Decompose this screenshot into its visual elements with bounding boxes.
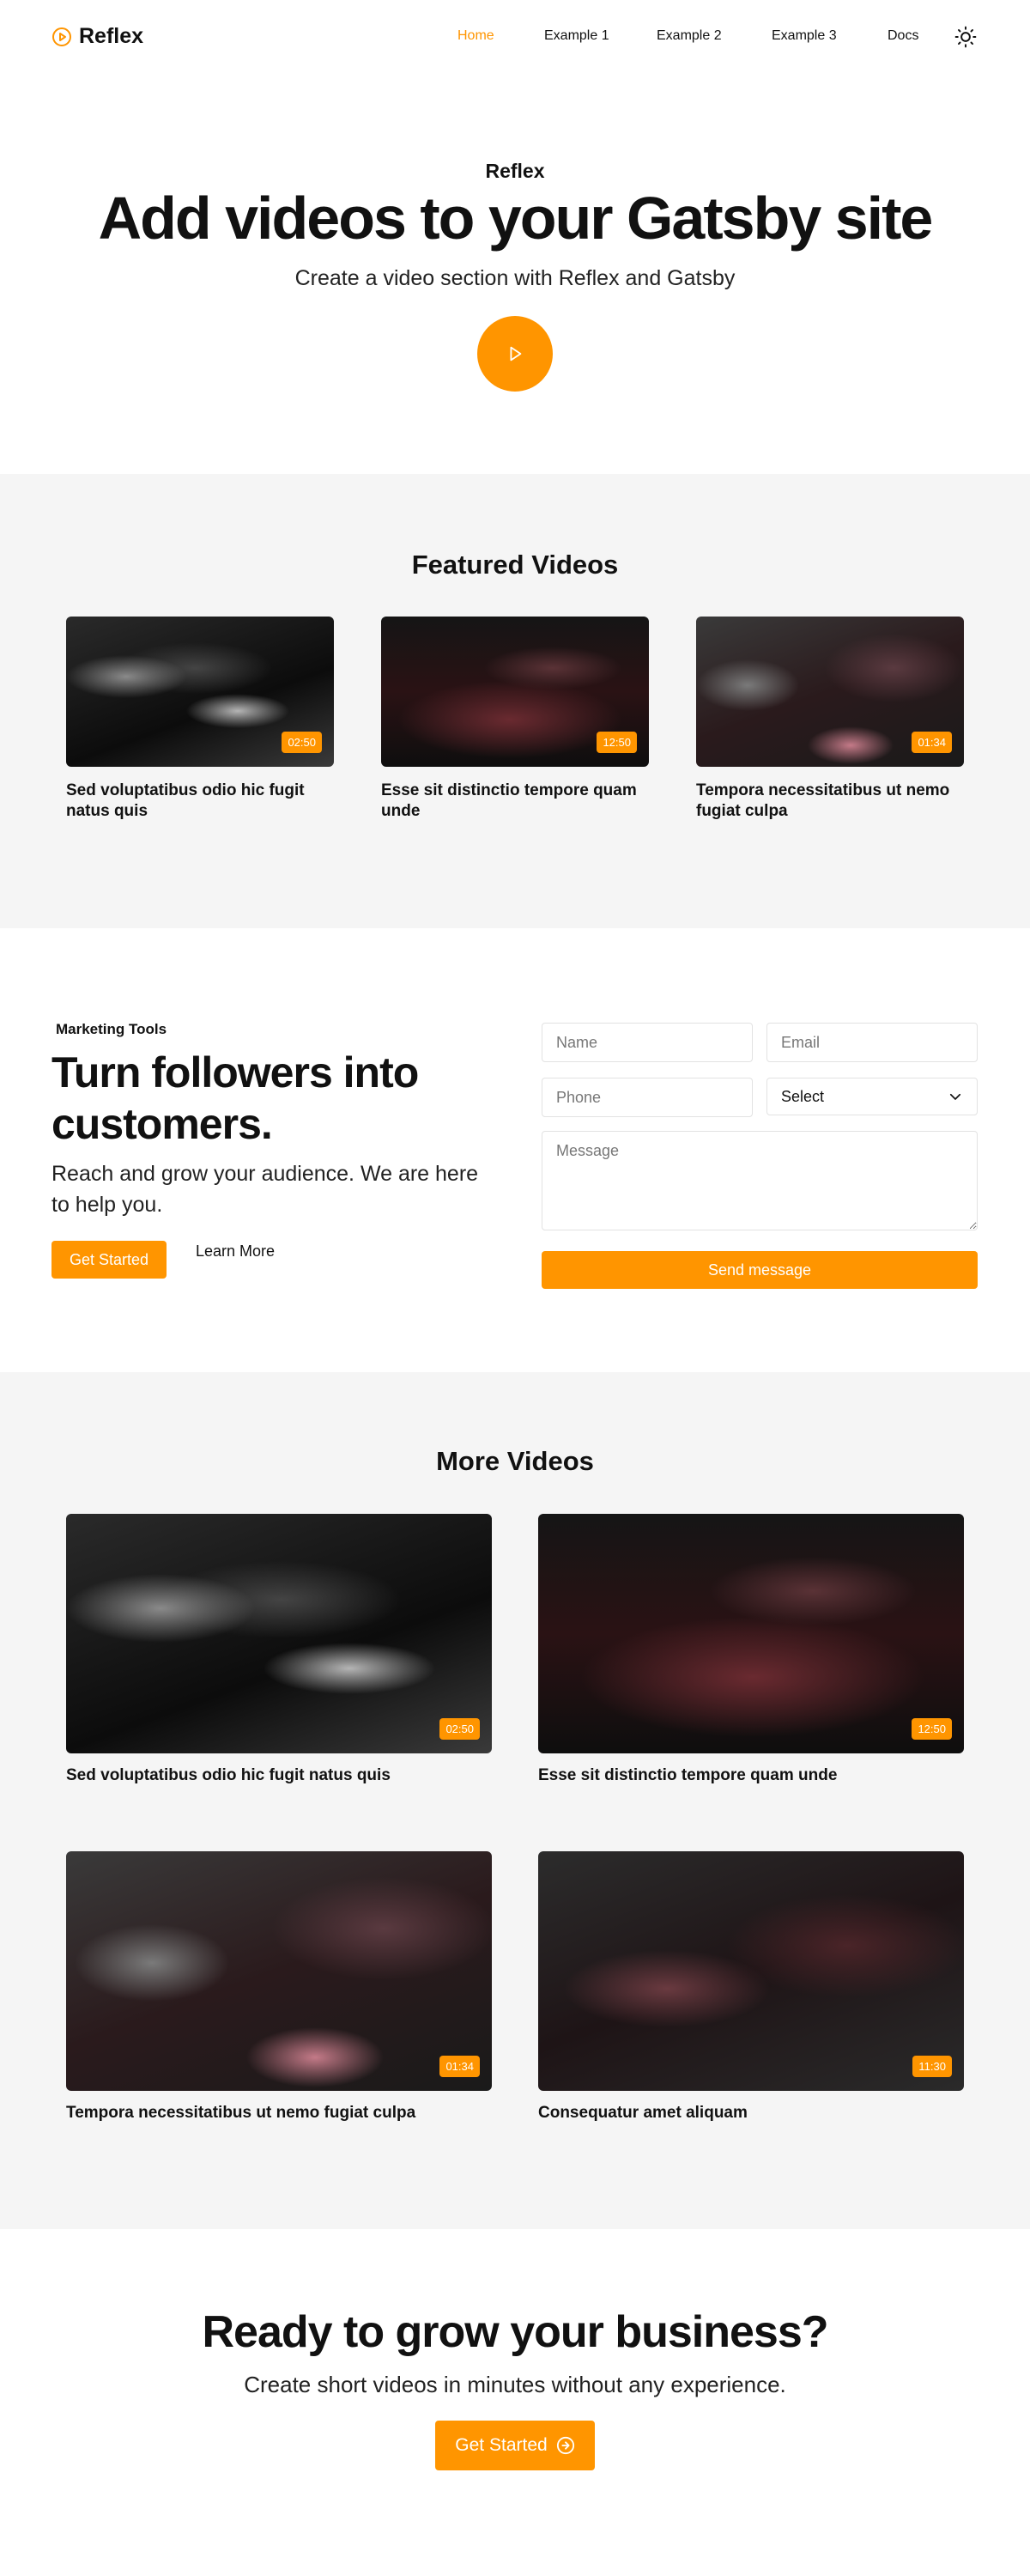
name-field[interactable] [542, 1023, 753, 1062]
video-title[interactable]: Tempora necessitatibus ut nemo fugiat cu… [696, 781, 964, 823]
video-thumbnail[interactable]: 12:50 [538, 1514, 964, 1753]
cta-button-label: Get Started [455, 2435, 548, 2455]
featured-title: Featured Videos [411, 550, 619, 580]
marketing-title: Turn followers into customers. [52, 1048, 419, 1148]
more-videos-title: More Videos [436, 1446, 594, 1476]
main-nav: Home Example 1 Example 2 Example 3 Docs [0, 0, 1030, 74]
video-card[interactable]: 11:30 Consequatur amet aliquam [538, 1851, 964, 2123]
site-header: Reflex Home Example 1 Example 2 Example … [0, 0, 1030, 74]
cta-title: Ready to grow your business? [202, 2307, 828, 2357]
select-dropdown[interactable]: Select [766, 1078, 978, 1115]
video-title[interactable]: Sed voluptatibus odio hic fugit natus qu… [66, 1765, 492, 1786]
video-thumbnail[interactable]: 01:34 [66, 1851, 492, 2091]
video-thumbnail[interactable]: 12:50 [381, 617, 649, 767]
cta-get-started-button[interactable]: Get Started [435, 2421, 595, 2470]
message-field[interactable] [542, 1131, 978, 1230]
phone-field[interactable] [542, 1078, 753, 1117]
video-card[interactable]: 12:50 Esse sit distinctio tempore quam u… [538, 1514, 964, 1786]
select-value: Select [781, 1087, 825, 1105]
nav-docs[interactable]: Docs [888, 28, 918, 44]
nav-example-2[interactable]: Example 2 [657, 28, 722, 44]
play-icon [510, 346, 522, 361]
hero-title: Add videos to your Gatsby site [98, 185, 934, 252]
video-thumbnail[interactable]: 11:30 [538, 1851, 964, 2091]
video-title[interactable]: Esse sit distinctio tempore quam unde [381, 781, 649, 823]
video-title[interactable]: Consequatur amet aliquam [538, 2103, 964, 2123]
duration-badge: 12:50 [912, 1718, 952, 1740]
marketing-subtitle: Reach and grow your audience. We are her… [52, 1162, 479, 1218]
send-message-button[interactable]: Send message [542, 1251, 978, 1289]
video-card[interactable]: 02:50 Sed voluptatibus odio hic fugit na… [66, 1514, 492, 1786]
nav-example-3[interactable]: Example 3 [772, 28, 837, 44]
hero-eyebrow: Reflex [485, 160, 545, 182]
email-field[interactable] [766, 1023, 978, 1062]
nav-example-1[interactable]: Example 1 [544, 28, 609, 44]
video-card[interactable]: 12:50 Esse sit distinctio tempore quam u… [381, 617, 649, 823]
duration-badge: 12:50 [597, 732, 637, 753]
video-card[interactable]: 01:34 Tempora necessitatibus ut nemo fug… [696, 617, 964, 823]
cta-section: Ready to grow your business? Create shor… [0, 2229, 1030, 2576]
more-videos-section: More Videos 02:50 Sed voluptatibus odio … [0, 1372, 1030, 2229]
learn-more-button[interactable]: Learn More [196, 1242, 275, 1261]
marketing-eyebrow: Marketing Tools [56, 1021, 167, 1037]
cta-subtitle: Create short videos in minutes without a… [244, 2372, 786, 2397]
get-started-button[interactable]: Get Started [52, 1241, 167, 1279]
arrow-circle-right-icon [556, 2436, 574, 2455]
hero-subtitle: Create a video section with Reflex and G… [294, 266, 736, 290]
hero-section: Reflex Add videos to your Gatsby site Cr… [0, 74, 1030, 474]
sun-icon[interactable] [954, 26, 977, 48]
video-card[interactable]: 01:34 Tempora necessitatibus ut nemo fug… [66, 1851, 492, 2123]
video-thumbnail[interactable]: 02:50 [66, 617, 334, 767]
marketing-section: Marketing Tools Turn followers into cust… [0, 928, 1030, 1372]
video-title[interactable]: Sed voluptatibus odio hic fugit natus qu… [66, 781, 334, 823]
video-title[interactable]: Tempora necessitatibus ut nemo fugiat cu… [66, 2103, 492, 2123]
video-title[interactable]: Esse sit distinctio tempore quam unde [538, 1765, 964, 1786]
chevron-down-icon [949, 1093, 961, 1100]
nav-home[interactable]: Home [457, 28, 494, 44]
duration-badge: 02:50 [282, 732, 322, 753]
play-button[interactable] [477, 316, 553, 392]
duration-badge: 11:30 [912, 2056, 952, 2077]
duration-badge: 02:50 [439, 1718, 480, 1740]
video-thumbnail[interactable]: 02:50 [66, 1514, 492, 1753]
video-thumbnail[interactable]: 01:34 [696, 617, 964, 767]
duration-badge: 01:34 [912, 732, 952, 753]
video-card[interactable]: 02:50 Sed voluptatibus odio hic fugit na… [66, 617, 334, 823]
featured-videos-section: Featured Videos 02:50 Sed voluptatibus o… [0, 474, 1030, 928]
duration-badge: 01:34 [439, 2056, 480, 2077]
